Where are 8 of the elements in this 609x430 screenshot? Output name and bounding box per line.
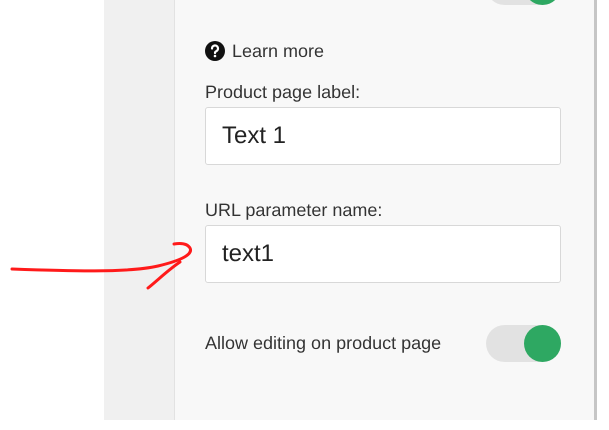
text-field[interactable]: Text 1 [205, 107, 561, 165]
help-icon [205, 41, 225, 61]
toggle-switch[interactable] [486, 325, 561, 362]
field-label: URL parameter name: [205, 199, 384, 221]
toggle-label: Allow editing on product page [205, 332, 442, 355]
learn-more-link[interactable]: Learn more [205, 39, 561, 63]
field-label: Product page label: [205, 81, 362, 103]
text-field[interactable]: text1 [205, 225, 561, 283]
